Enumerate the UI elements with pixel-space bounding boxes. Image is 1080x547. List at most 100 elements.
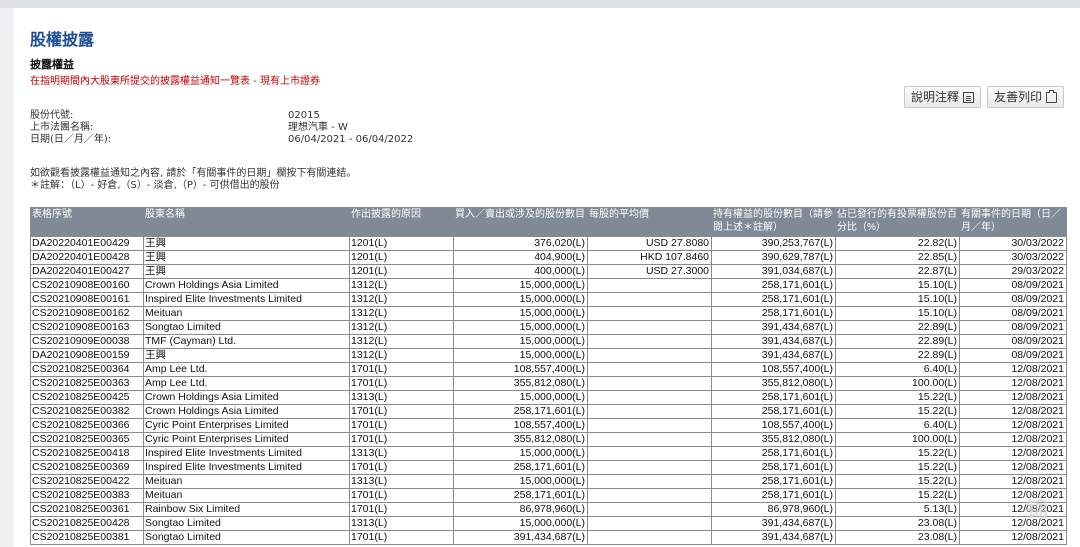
event-date-cell[interactable]: 08/09/2021: [959, 292, 1067, 307]
list-description: 在指明期間內大股東所提交的披露權益通知一覽表 - 現有上市證券: [30, 76, 320, 87]
event-date-cell[interactable]: 12/08/2021: [959, 516, 1067, 531]
table-row: CS20210825E00382 Crown Holdings Asia Limi…: [30, 404, 1067, 419]
table-row: DA20210908E00159 王興 1312(L) 15,000,000(L) 39…: [30, 348, 1067, 363]
event-date-cell[interactable]: 12/08/2021: [959, 488, 1067, 503]
table-row: CS20210825E00369 Inspired Elite Investmen…: [30, 460, 1067, 475]
event-date-cell[interactable]: 12/08/2021: [959, 376, 1067, 391]
shares-involved-cell: 86,978,960(L): [453, 502, 588, 517]
event-date-cell[interactable]: 08/09/2021: [959, 306, 1067, 321]
shareholder-name-cell: 王興: [143, 250, 350, 265]
event-date-cell[interactable]: 12/08/2021: [959, 432, 1067, 447]
event-date-cell[interactable]: 12/08/2021: [959, 530, 1067, 545]
avg-price-cell: [587, 460, 712, 475]
avg-price-cell: [587, 292, 712, 307]
shares-held-cell: 258,171,601(L): [711, 292, 836, 307]
event-date-cell[interactable]: 08/09/2021: [959, 348, 1067, 363]
percentage-cell: 100.00(L): [835, 432, 960, 447]
shares-involved-cell: 376,020(L): [453, 236, 588, 251]
reason-cell: 1313(L): [349, 516, 454, 531]
shareholder-name-cell: TMF (Cayman) Ltd.: [143, 334, 350, 349]
event-date-cell[interactable]: 12/08/2021: [959, 474, 1067, 489]
shares-held-cell: 258,171,601(L): [711, 446, 836, 461]
avg-price-cell: [587, 516, 712, 531]
reason-cell: 1312(L): [349, 348, 454, 363]
percentage-cell: 100.00(L): [835, 376, 960, 391]
shares-held-cell: 258,171,601(L): [711, 278, 836, 293]
event-date-cell[interactable]: 12/08/2021: [959, 390, 1067, 405]
print-button-label: 友善列印: [993, 90, 1042, 104]
form-serial-cell: CS20210825E00425: [30, 390, 144, 405]
avg-price-cell: [587, 418, 712, 433]
table-row: DA20220401E00428 王興 1201(L) 404,900(L) HKD 1…: [30, 250, 1067, 265]
shareholder-name-cell: Meituan: [143, 306, 350, 321]
form-serial-cell: CS20210825E00422: [30, 474, 144, 489]
event-date-cell[interactable]: 12/08/2021: [959, 418, 1067, 433]
form-serial-cell: DA20220401E00429: [30, 236, 144, 251]
shares-held-cell: 391,434,687(L): [711, 348, 836, 363]
shares-held-cell: 108,557,400(L): [711, 362, 836, 377]
print-button[interactable]: 友善列印: [986, 86, 1064, 108]
shares-held-cell: 391,434,687(L): [711, 320, 836, 335]
event-date-cell[interactable]: 12/08/2021: [959, 362, 1067, 377]
shareholder-name-cell: Meituan: [143, 488, 350, 503]
section-subtitle: 披露權益: [30, 58, 74, 71]
shareholder-name-cell: Songtao Limited: [143, 516, 350, 531]
shareholder-name-cell: Songtao Limited: [143, 530, 350, 545]
percentage-cell: 15.22(L): [835, 404, 960, 419]
shares-involved-cell: 15,000,000(L): [453, 320, 588, 335]
event-date-cell[interactable]: 08/09/2021: [959, 334, 1067, 349]
disclosure-page: 股權披露 披露權益 在指明期間內大股東所提交的披露權益通知一覽表 - 現有上市證…: [14, 8, 1080, 547]
shares-held-cell: 391,434,687(L): [711, 334, 836, 349]
reason-cell: 1701(L): [349, 530, 454, 545]
shareholder-name-cell: 王興: [143, 264, 350, 279]
table-row: DA20220401E00429 王興 1201(L) 376,020(L) USD 2…: [30, 236, 1067, 251]
event-date-cell[interactable]: 29/03/2022: [959, 264, 1067, 279]
table-row: CS20210825E00365 Cyric Point Enterprises …: [30, 432, 1067, 447]
percentage-cell: 22.82(L): [835, 236, 960, 251]
reason-cell: 1312(L): [349, 334, 454, 349]
form-serial-cell: CS20210908E00161: [30, 292, 144, 307]
shares-held-cell: 390,253,767(L): [711, 236, 836, 251]
percentage-cell: 15.22(L): [835, 488, 960, 503]
table-row: CS20210908E00163 Songtao Limited 1312(L) 15…: [30, 320, 1067, 335]
reason-cell: 1701(L): [349, 460, 454, 475]
event-date-cell[interactable]: 08/09/2021: [959, 278, 1067, 293]
legend-note: ＊註解：（L）- 好倉,（S）- 淡倉,（P）- 可供借出的股份: [30, 180, 280, 191]
shares-involved-cell: 400,000(L): [453, 264, 588, 279]
form-serial-cell: CS20210825E00383: [30, 488, 144, 503]
event-date-cell[interactable]: 30/03/2022: [959, 250, 1067, 265]
avg-price-cell: [587, 502, 712, 517]
event-date-cell[interactable]: 08/09/2021: [959, 320, 1067, 335]
form-serial-cell: CS20210908E00160: [30, 278, 144, 293]
column-header: 買入／賣出或涉及的股份數目: [453, 207, 588, 237]
shares-involved-cell: 108,557,400(L): [453, 362, 588, 377]
reason-cell: 1701(L): [349, 502, 454, 517]
form-serial-cell: CS20210909E00038: [30, 334, 144, 349]
shares-held-cell: 108,557,400(L): [711, 418, 836, 433]
shares-involved-cell: 15,000,000(L): [453, 306, 588, 321]
percentage-cell: 15.10(L): [835, 278, 960, 293]
percentage-cell: 23.08(L): [835, 530, 960, 545]
reason-cell: 1313(L): [349, 446, 454, 461]
event-date-cell[interactable]: 12/08/2021: [959, 460, 1067, 475]
shareholder-name-cell: Inspired Elite Investments Limited: [143, 446, 350, 461]
notes-button[interactable]: 說明注釋: [903, 86, 981, 108]
shares-involved-cell: 15,000,000(L): [453, 348, 588, 363]
avg-price-cell: [587, 530, 712, 545]
table-row: CS20210825E00363 Amp Lee Ltd. 1701(L) 355,8…: [30, 376, 1067, 391]
avg-price-cell: [587, 306, 712, 321]
company-name-value: 理想汽車 - W: [288, 122, 348, 133]
printer-icon: [1046, 89, 1057, 103]
table-row: CS20210825E00383 Meituan 1701(L) 258,171,60…: [30, 488, 1067, 503]
date-range-value: 06/04/2021 - 06/04/2022: [288, 134, 414, 145]
shares-held-cell: 258,171,601(L): [711, 306, 836, 321]
column-header: 持有權益的股份數目（請參閱上述＊註解）: [711, 207, 836, 237]
event-date-cell[interactable]: 12/08/2021: [959, 404, 1067, 419]
event-date-cell[interactable]: 12/08/2021: [959, 446, 1067, 461]
form-serial-cell: DA20220401E00427: [30, 264, 144, 279]
percentage-cell: 23.08(L): [835, 516, 960, 531]
event-date-cell[interactable]: 12/08/2021: [959, 502, 1067, 517]
form-serial-cell: CS20210825E00418: [30, 446, 144, 461]
event-date-cell[interactable]: 30/03/2022: [959, 236, 1067, 251]
reason-cell: 1701(L): [349, 432, 454, 447]
